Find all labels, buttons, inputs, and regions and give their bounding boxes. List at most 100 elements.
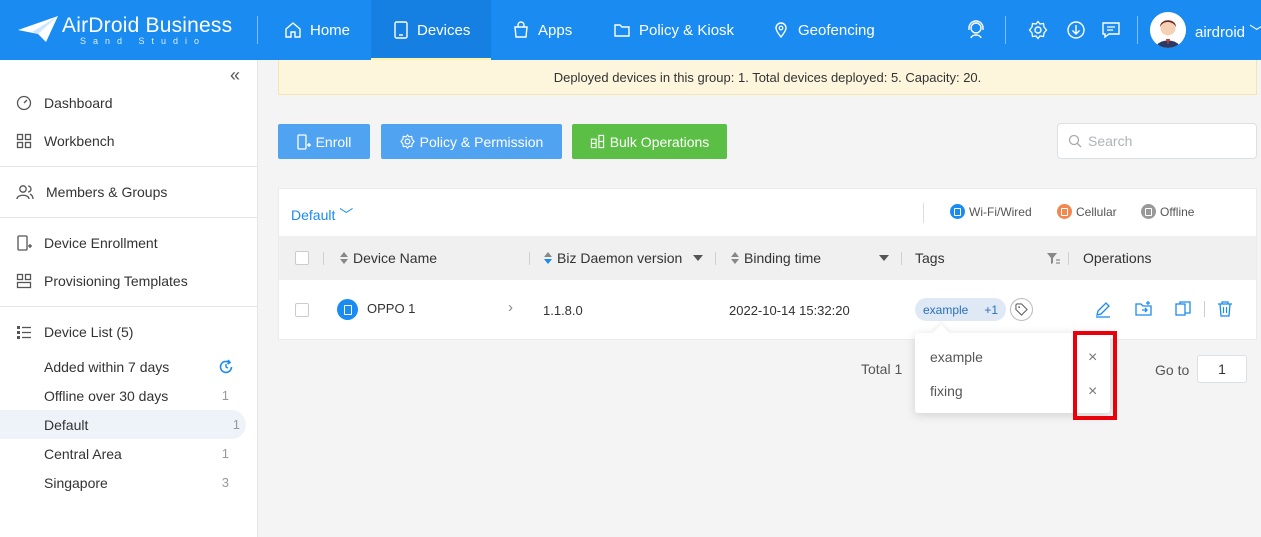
chevron-right-icon[interactable]: › bbox=[508, 299, 513, 316]
sidebar-item-label: Dashboard bbox=[44, 95, 113, 111]
user-menu[interactable]: airdroid ﹀ bbox=[1195, 21, 1261, 42]
sidebar-divider bbox=[0, 217, 257, 218]
nav-devices-label: Devices bbox=[417, 21, 471, 39]
gear-icon bbox=[399, 134, 415, 149]
group-default[interactable]: Default 1 bbox=[0, 410, 246, 439]
row-checkbox[interactable] bbox=[295, 303, 309, 317]
add-tag-button[interactable] bbox=[1010, 298, 1033, 321]
sidebar-item-device-list[interactable]: Device List (5) bbox=[0, 313, 257, 351]
column-binding-time[interactable]: Binding time bbox=[731, 250, 821, 266]
nav-home[interactable]: Home bbox=[284, 0, 350, 60]
legend-cellular: Cellular bbox=[1057, 204, 1117, 219]
sidebar-divider bbox=[0, 166, 257, 167]
group-central-area[interactable]: Central Area 1 bbox=[0, 439, 246, 468]
download-icon[interactable] bbox=[1066, 20, 1086, 40]
table-header: Device Name Biz Daemon version Binding t… bbox=[279, 236, 1256, 280]
delete-icon[interactable] bbox=[1216, 300, 1234, 318]
column-divider bbox=[529, 252, 530, 265]
sidebar-item-label: Device Enrollment bbox=[44, 235, 158, 251]
edit-icon[interactable] bbox=[1094, 300, 1112, 318]
nav-divider bbox=[257, 16, 258, 44]
group-offline-over-30-days[interactable]: Offline over 30 days 1 bbox=[0, 381, 246, 410]
airdroid-logo[interactable]: AirDroid Business Sand Studio bbox=[16, 12, 236, 48]
wifi-device-icon bbox=[337, 299, 358, 320]
select-all-checkbox[interactable] bbox=[295, 251, 309, 265]
tag-icon bbox=[1015, 303, 1028, 316]
sidebar-item-label: Provisioning Templates bbox=[44, 273, 188, 289]
column-operations: Operations bbox=[1083, 250, 1152, 266]
sidebar-item-device-enrollment[interactable]: Device Enrollment bbox=[0, 224, 257, 262]
policy-permission-button[interactable]: Policy & Permission bbox=[381, 124, 562, 159]
nav-devices[interactable]: Devices bbox=[371, 0, 491, 60]
group-count: 3 bbox=[221, 475, 229, 490]
group-dropdown[interactable]: Default ﹀ bbox=[291, 205, 353, 225]
nav-policy-kiosk[interactable]: Policy & Kiosk bbox=[613, 0, 734, 60]
group-added-within-7-days[interactable]: Added within 7 days bbox=[0, 352, 246, 381]
sidebar-item-label: Workbench bbox=[44, 133, 115, 149]
members-icon bbox=[16, 185, 34, 200]
collapse-sidebar-button[interactable]: « bbox=[230, 65, 240, 86]
legend-label: Offline bbox=[1160, 204, 1195, 219]
paper-plane-logo-icon bbox=[18, 16, 58, 42]
move-to-folder-icon[interactable] bbox=[1135, 300, 1153, 318]
nav-geofencing-label: Geofencing bbox=[798, 21, 875, 39]
support-agent-icon[interactable] bbox=[966, 20, 986, 40]
legend-label: Wi-Fi/Wired bbox=[969, 204, 1032, 219]
home-icon bbox=[285, 22, 301, 38]
group-dropdown-label: Default bbox=[291, 207, 336, 223]
nav-divider bbox=[1005, 16, 1006, 44]
device-table-card: Default ﹀ Wi-Fi/Wired Cellular Offline D… bbox=[278, 188, 1257, 340]
enroll-label: Enroll bbox=[315, 133, 352, 150]
group-label: Default bbox=[44, 416, 89, 433]
avatar-icon bbox=[1150, 12, 1186, 48]
sidebar-item-workbench[interactable]: Workbench bbox=[0, 122, 257, 160]
enrollment-icon bbox=[17, 235, 32, 251]
brand-subtitle: Sand Studio bbox=[80, 36, 207, 46]
map-icon bbox=[775, 22, 787, 39]
tag-chip[interactable]: example +1 bbox=[915, 298, 1007, 321]
refresh-icon[interactable] bbox=[218, 359, 234, 375]
filter-dropdown-icon[interactable] bbox=[693, 255, 703, 261]
search-box[interactable] bbox=[1057, 123, 1257, 159]
settings-icon[interactable] bbox=[1028, 20, 1048, 40]
nav-apps[interactable]: Apps bbox=[512, 0, 572, 60]
column-label: Binding time bbox=[744, 250, 822, 266]
sidebar-item-label: Members & Groups bbox=[46, 184, 168, 200]
device-name[interactable]: OPPO 1 bbox=[367, 301, 415, 316]
nav-divider bbox=[1137, 16, 1138, 44]
sidebar-item-label: Device List (5) bbox=[44, 324, 134, 340]
nav-policy-kiosk-label: Policy & Kiosk bbox=[639, 21, 735, 39]
bulk-operations-button[interactable]: Bulk Operations bbox=[572, 124, 727, 159]
group-label: Central Area bbox=[44, 445, 122, 462]
sidebar-item-provisioning-templates[interactable]: Provisioning Templates bbox=[0, 262, 257, 300]
device-transfer-icon[interactable] bbox=[1174, 300, 1192, 318]
group-singapore[interactable]: Singapore 3 bbox=[0, 468, 246, 497]
policy-permission-label: Policy & Permission bbox=[419, 133, 544, 150]
workbench-icon bbox=[16, 133, 32, 149]
sidebar-item-dashboard[interactable]: Dashboard bbox=[0, 84, 257, 122]
group-count: 1 bbox=[221, 388, 229, 403]
offline-status-icon bbox=[1141, 204, 1156, 219]
sidebar-item-members-groups[interactable]: Members & Groups bbox=[0, 173, 257, 211]
nav-geofencing[interactable]: Geofencing bbox=[772, 0, 875, 60]
column-label: Device Name bbox=[353, 250, 438, 266]
tag-filter-icon[interactable] bbox=[1046, 252, 1060, 265]
sort-icon bbox=[340, 252, 348, 264]
column-divider bbox=[901, 252, 902, 265]
user-avatar[interactable] bbox=[1150, 12, 1186, 48]
search-input[interactable] bbox=[1088, 133, 1248, 149]
goto-label: Go to bbox=[1155, 362, 1190, 378]
goto-page-input[interactable] bbox=[1197, 355, 1247, 383]
column-device-name[interactable]: Device Name bbox=[340, 250, 437, 266]
enroll-button[interactable]: Enroll bbox=[278, 124, 370, 159]
sort-icon bbox=[544, 252, 552, 264]
filter-dropdown-icon[interactable] bbox=[879, 255, 889, 261]
bulk-operations-icon bbox=[590, 134, 604, 149]
message-icon[interactable] bbox=[1101, 20, 1121, 40]
legend-wifi: Wi-Fi/Wired bbox=[950, 204, 1032, 219]
column-biz-daemon[interactable]: Biz Daemon version bbox=[544, 250, 682, 266]
popover-tag-fixing: fixing bbox=[930, 383, 963, 399]
tag-more-count[interactable]: +1 bbox=[984, 303, 998, 317]
wifi-status-icon bbox=[950, 204, 965, 219]
column-divider bbox=[1068, 252, 1069, 265]
